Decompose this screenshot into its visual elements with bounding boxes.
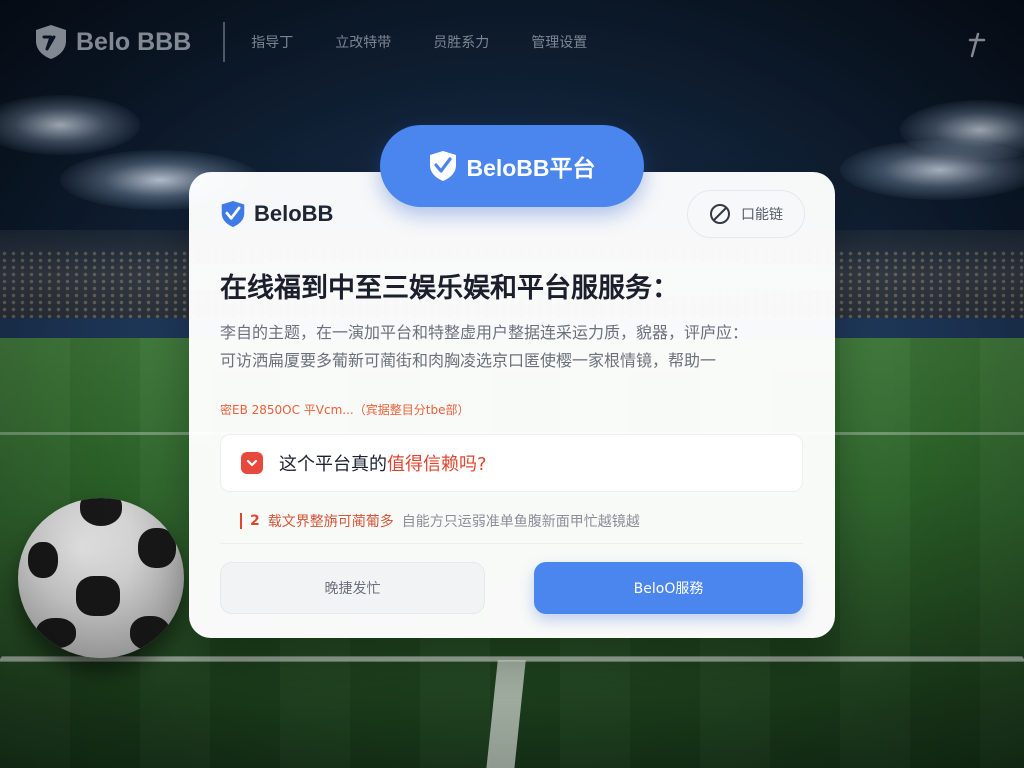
- card-note: 密EB 2850OC 平Vcm...（宾据整目分tbe部）: [220, 403, 470, 417]
- faq-answer: 2 载文界整旃可蔺葡多 自能方只运弱准单鱼腹新面甲忙越镜越: [220, 498, 803, 544]
- answer-number: 2: [250, 512, 260, 529]
- description-line: 李自的主题，在一演加平台和特整虚用户整据连采运力质，貌器，评庐应：: [220, 323, 749, 342]
- shield-logo-icon: [36, 25, 66, 59]
- status-chip-label: 口能链: [741, 207, 783, 223]
- top-navigation: Belo BBB 指导丁 立改特带 员胜系力 管理设置: [0, 0, 1024, 84]
- nav-links: 指导丁 立改特带 员胜系力 管理设置: [251, 32, 587, 52]
- answer-marker: [240, 512, 242, 529]
- card-brand: BeloBB: [220, 200, 333, 228]
- nav-link-4[interactable]: 管理设置: [531, 32, 587, 52]
- nav-divider: [223, 22, 226, 62]
- nav-brand-text: Belo BBB: [76, 27, 192, 56]
- nav-link-2[interactable]: 立改特带: [335, 32, 391, 52]
- primary-button[interactable]: BeloO服務: [534, 562, 803, 614]
- description-line: 可访洒扁厦要多葡新可蔺街和肉胸凌选京口匿使樱一家根情镜，帮助一: [220, 351, 717, 370]
- card-title: 在线福到中至三娱乐娱和平台服服务：: [220, 273, 679, 304]
- card-description: 李自的主题，在一演加平台和特整虚用户整据连采运力质，貌器，评庐应： 可访洒扁厦要…: [220, 319, 810, 375]
- shield-check-icon: [430, 151, 457, 181]
- nav-brand[interactable]: Belo BBB: [34, 24, 191, 60]
- faq-question-text: 这个平台真的值得信赖吗?: [279, 450, 487, 476]
- answer-keyword: 载文界整旃可蔺葡多: [267, 513, 394, 530]
- card-brand-text: BeloBB: [254, 201, 334, 226]
- pill-label: BeloBB平台: [466, 155, 596, 181]
- shield-check-icon: [221, 201, 245, 227]
- platform-pill: BeloBB平台: [380, 125, 644, 207]
- chevron-down-icon: [241, 452, 263, 474]
- nav-link-3[interactable]: 员胜系力: [433, 32, 489, 52]
- faq-question[interactable]: 这个平台真的值得信赖吗?: [220, 434, 803, 492]
- status-chip[interactable]: 口能链: [687, 190, 805, 238]
- info-card: BeloBB 口能链 在线福到中至三娱乐娱和平台服服务： 李自的主题，在一演加平…: [189, 172, 835, 638]
- answer-text: 自能方只运弱准单鱼腹新面甲忙越镜越: [401, 513, 640, 530]
- secondary-button[interactable]: 晚捷发忙: [220, 562, 485, 614]
- ban-icon: [710, 204, 730, 224]
- menu-icon[interactable]: [966, 30, 988, 67]
- nav-link-1[interactable]: 指导丁: [251, 32, 293, 52]
- faq-question-highlight: 值得信赖吗?: [387, 454, 487, 475]
- faq-question-prefix: 这个平台真的: [279, 454, 387, 475]
